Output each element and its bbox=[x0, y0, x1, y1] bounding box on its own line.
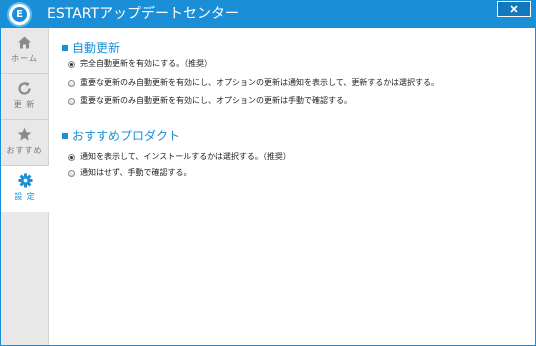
sidebar-item-settings[interactable]: 設 定 bbox=[1, 166, 49, 212]
section-title-recommended-products: おすすめプロダクト bbox=[62, 129, 180, 143]
sidebar-item-label: おすすめ bbox=[6, 146, 43, 155]
radio-button[interactable] bbox=[68, 97, 75, 105]
radio-button[interactable] bbox=[68, 169, 75, 177]
gear-icon bbox=[18, 173, 32, 188]
close-button[interactable] bbox=[497, 1, 531, 17]
radio-label: 重要な更新のみ自動更新を有効にし、オプションの更新は手動で確認する。 bbox=[80, 96, 352, 105]
app-window: E ESTARTアップデートセンター ホーム 更 新 おすすめ 設 定 自動更新… bbox=[0, 0, 536, 346]
sidebar-item-update[interactable]: 更 新 bbox=[1, 74, 48, 120]
section-title-text: おすすめプロダクト bbox=[72, 129, 181, 143]
settings-panel: 自動更新 完全自動更新を有効にする。（推奨） 重要な更新のみ自動更新を有効にし、… bbox=[49, 28, 535, 345]
square-bullet-icon bbox=[62, 133, 68, 139]
square-bullet-icon bbox=[62, 45, 68, 51]
radio-button[interactable] bbox=[68, 79, 75, 87]
sidebar-item-recommended[interactable]: おすすめ bbox=[1, 120, 48, 166]
radio-button[interactable] bbox=[68, 60, 75, 68]
radio-option-full-auto[interactable]: 完全自動更新を有効にする。（推奨） bbox=[68, 59, 212, 69]
radio-label: 完全自動更新を有効にする。（推奨） bbox=[80, 59, 213, 68]
app-logo-letter: E bbox=[12, 7, 27, 22]
home-icon bbox=[18, 36, 31, 49]
radio-label: 通知を表示して、インストールするかは選択する。（推奨） bbox=[80, 152, 291, 161]
sidebar-item-label: ホーム bbox=[11, 54, 38, 63]
radio-option-notify-install[interactable]: 通知を表示して、インストールするかは選択する。（推奨） bbox=[68, 152, 291, 162]
radio-option-important-notify[interactable]: 重要な更新のみ自動更新を有効にし、オプションの更新は通知を表示して、更新するかは… bbox=[68, 78, 439, 88]
section-title-text: 自動更新 bbox=[72, 41, 121, 55]
radio-label: 重要な更新のみ自動更新を有効にし、オプションの更新は通知を表示して、更新するかは… bbox=[80, 78, 440, 87]
window-title: ESTARTアップデートセンター bbox=[47, 6, 240, 22]
radio-button[interactable] bbox=[68, 153, 75, 161]
title-bar[interactable]: E ESTARTアップデートセンター bbox=[1, 1, 535, 28]
sidebar-item-label: 更 新 bbox=[13, 100, 36, 109]
sidebar: ホーム 更 新 おすすめ 設 定 bbox=[1, 28, 49, 345]
star-icon bbox=[17, 127, 32, 141]
close-icon bbox=[510, 5, 518, 13]
radio-option-important-manual[interactable]: 重要な更新のみ自動更新を有効にし、オプションの更新は手動で確認する。 bbox=[68, 96, 352, 106]
radio-label: 通知はせず、手動で確認する。 bbox=[80, 168, 192, 177]
sidebar-item-home[interactable]: ホーム bbox=[1, 28, 48, 74]
sidebar-item-label: 設 定 bbox=[14, 192, 36, 201]
app-logo: E bbox=[9, 4, 30, 25]
refresh-icon bbox=[18, 81, 31, 95]
radio-option-manual-check[interactable]: 通知はせず、手動で確認する。 bbox=[68, 168, 191, 178]
section-title-auto-update: 自動更新 bbox=[62, 41, 120, 55]
